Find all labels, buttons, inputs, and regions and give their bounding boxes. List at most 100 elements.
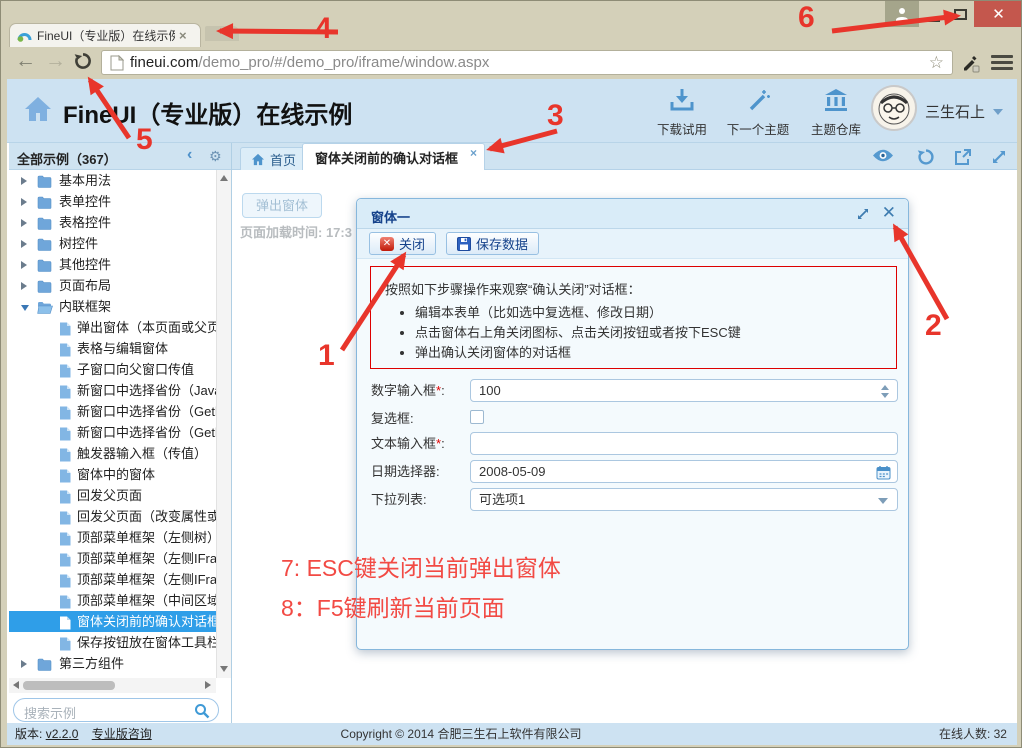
version-link[interactable]: v2.2.0	[46, 727, 79, 741]
theme-repo-button[interactable]: 主题仓库	[797, 88, 875, 138]
next-theme-button[interactable]: 下一个主题	[719, 88, 797, 138]
tree-item[interactable]: 新窗口中选择省份（Geth	[9, 422, 216, 443]
tree-item[interactable]: 表格与编辑窗体	[9, 338, 216, 359]
home-icon[interactable]	[23, 95, 53, 128]
scroll-down-icon[interactable]	[220, 666, 228, 672]
maximize-button[interactable]	[947, 1, 973, 27]
extension-eyedropper-icon[interactable]	[959, 51, 981, 78]
back-button[interactable]: ←	[15, 49, 36, 73]
window-close-button[interactable]: ✕	[974, 1, 1022, 27]
tree-item[interactable]: 子窗口向父窗口传值	[9, 359, 216, 380]
tree-item[interactable]: 新窗口中选择省份（Java	[9, 380, 216, 401]
tree-item[interactable]: 新窗口中选择省份（Geth	[9, 401, 216, 422]
tab-home[interactable]: 首页	[240, 147, 307, 170]
main-tabstrip: 首页 窗体关闭前的确认对话框 ×	[232, 143, 1017, 170]
dropdown-select[interactable]: 可选项1	[470, 488, 898, 511]
tree-item-label: 回发父页面	[77, 485, 216, 506]
caret-collapsed-icon[interactable]	[21, 177, 27, 185]
minimize-button[interactable]	[921, 1, 946, 27]
tree-vertical-scrollbar[interactable]	[216, 170, 231, 678]
tree-item-label: 触发器输入框（传值）	[77, 443, 216, 464]
tree-item[interactable]: 顶部菜单框架（左侧IFra	[9, 548, 216, 569]
collapse-sidebar-icon[interactable]: ‹	[187, 146, 192, 164]
browser-menu-icon[interactable]	[991, 55, 1013, 73]
preview-eye-icon[interactable]	[872, 148, 894, 168]
tree-item[interactable]: 其他控件	[9, 254, 216, 275]
caret-collapsed-icon[interactable]	[21, 282, 27, 290]
tree-item-label: 顶部菜单框架（左侧IFra	[77, 569, 216, 590]
popup-window-button[interactable]: 弹出窗体	[242, 193, 322, 218]
user-name[interactable]: 三生石上	[925, 101, 985, 122]
tree-item[interactable]: 页面布局	[9, 275, 216, 296]
browser-tab[interactable]: FineUI（专业版）在线示例 ×	[9, 23, 201, 47]
scroll-left-icon[interactable]	[13, 681, 19, 689]
notice-list: 编辑本表单（比如选中复选框、修改日期） 点击窗体右上角关闭图标、点击关闭按钮或者…	[415, 303, 741, 363]
form-row-number: 数字输入框*: 100	[357, 379, 908, 402]
address-bar[interactable]: fineui.com/demo_pro/#/demo_pro/iframe/wi…	[101, 50, 953, 75]
caret-collapsed-icon[interactable]	[21, 660, 27, 668]
tab-close-icon[interactable]: ×	[470, 146, 477, 160]
tree-item[interactable]: 树控件	[9, 233, 216, 254]
page-load-time: 页面加载时间: 17:3	[240, 222, 357, 240]
dialog-close-icon[interactable]: ✕	[882, 203, 896, 223]
spinner-down-icon[interactable]	[881, 393, 889, 398]
search-input[interactable]: 搜索示例	[13, 698, 219, 722]
form-row-select: 下拉列表: 可选项1	[357, 488, 908, 511]
profile-button[interactable]	[885, 1, 919, 27]
scroll-up-icon[interactable]	[220, 175, 228, 181]
open-new-window-icon[interactable]	[954, 148, 972, 171]
notice-intro: 按照如下步骤操作来观察“确认关闭”对话框：	[385, 279, 641, 298]
tree-item[interactable]: 顶部菜单框架（中间区域	[9, 590, 216, 611]
close-icon: ✕	[992, 5, 1005, 23]
bookmark-star-icon[interactable]: ☆	[929, 53, 944, 73]
reload-button[interactable]	[73, 51, 93, 76]
tree-item[interactable]: 回发父页面	[9, 485, 216, 506]
forward-button[interactable]: →	[45, 49, 66, 73]
search-icon[interactable]	[194, 703, 210, 724]
tree-item[interactable]: 基本用法	[9, 170, 216, 191]
scroll-right-icon[interactable]	[205, 681, 211, 689]
save-data-button[interactable]: 保存数据	[446, 232, 539, 255]
tab-close-icon[interactable]: ×	[179, 28, 187, 43]
tree-item[interactable]: 回发父页面（改变属性或	[9, 506, 216, 527]
close-button[interactable]: ✕ 关闭	[369, 232, 436, 255]
tree-item[interactable]: 窗体关闭前的确认对话框	[9, 611, 216, 632]
dialog-header[interactable]: 窗体一 ✕	[357, 199, 908, 229]
tree-item[interactable]: 第三方组件	[9, 653, 216, 674]
tree-item[interactable]: 弹出窗体（本页面或父页	[9, 317, 216, 338]
tree-item[interactable]: 内联框架	[9, 296, 216, 317]
download-trial-button[interactable]: 下载试用	[643, 88, 721, 138]
caret-collapsed-icon[interactable]	[21, 219, 27, 227]
tree-item[interactable]: 触发器输入框（传值）	[9, 443, 216, 464]
scrollbar-thumb[interactable]	[23, 681, 115, 690]
caret-collapsed-icon[interactable]	[21, 198, 27, 206]
download-trial-label: 下载试用	[643, 119, 721, 138]
tree-item[interactable]: 顶部菜单框架（左侧IFra	[9, 569, 216, 590]
date-picker-input[interactable]: 2008-05-09	[470, 460, 898, 483]
caret-collapsed-icon[interactable]	[21, 261, 27, 269]
bank-icon	[823, 88, 849, 112]
fullscreen-icon[interactable]	[990, 148, 1008, 171]
form-row-checkbox: 复选框:	[357, 407, 908, 430]
caret-expanded-icon[interactable]	[21, 305, 29, 311]
consult-link[interactable]: 专业版咨询	[92, 727, 152, 741]
tree-item[interactable]: 窗体中的窗体	[9, 464, 216, 485]
avatar[interactable]	[871, 85, 917, 131]
refresh-icon[interactable]	[917, 148, 935, 171]
tree-item[interactable]: 顶部菜单框架（左侧树）	[9, 527, 216, 548]
checkbox[interactable]	[470, 410, 484, 424]
tree-horizontal-scrollbar[interactable]	[9, 678, 216, 693]
spinner-up-icon[interactable]	[881, 385, 889, 390]
tree-item[interactable]: 保存按钮放在窗体工具栏	[9, 632, 216, 653]
text-input[interactable]	[470, 432, 898, 455]
dialog-maximize-icon[interactable]	[856, 207, 870, 226]
new-tab-button[interactable]	[205, 26, 239, 41]
number-input[interactable]: 100	[470, 379, 898, 402]
tree-item[interactable]: 表格控件	[9, 212, 216, 233]
calendar-icon[interactable]	[876, 465, 891, 486]
tab-active[interactable]: 窗体关闭前的确认对话框 ×	[302, 143, 485, 170]
chevron-down-icon[interactable]	[993, 109, 1003, 115]
gear-icon[interactable]: ⚙	[209, 148, 222, 165]
caret-collapsed-icon[interactable]	[21, 240, 27, 248]
tree-item[interactable]: 表单控件	[9, 191, 216, 212]
